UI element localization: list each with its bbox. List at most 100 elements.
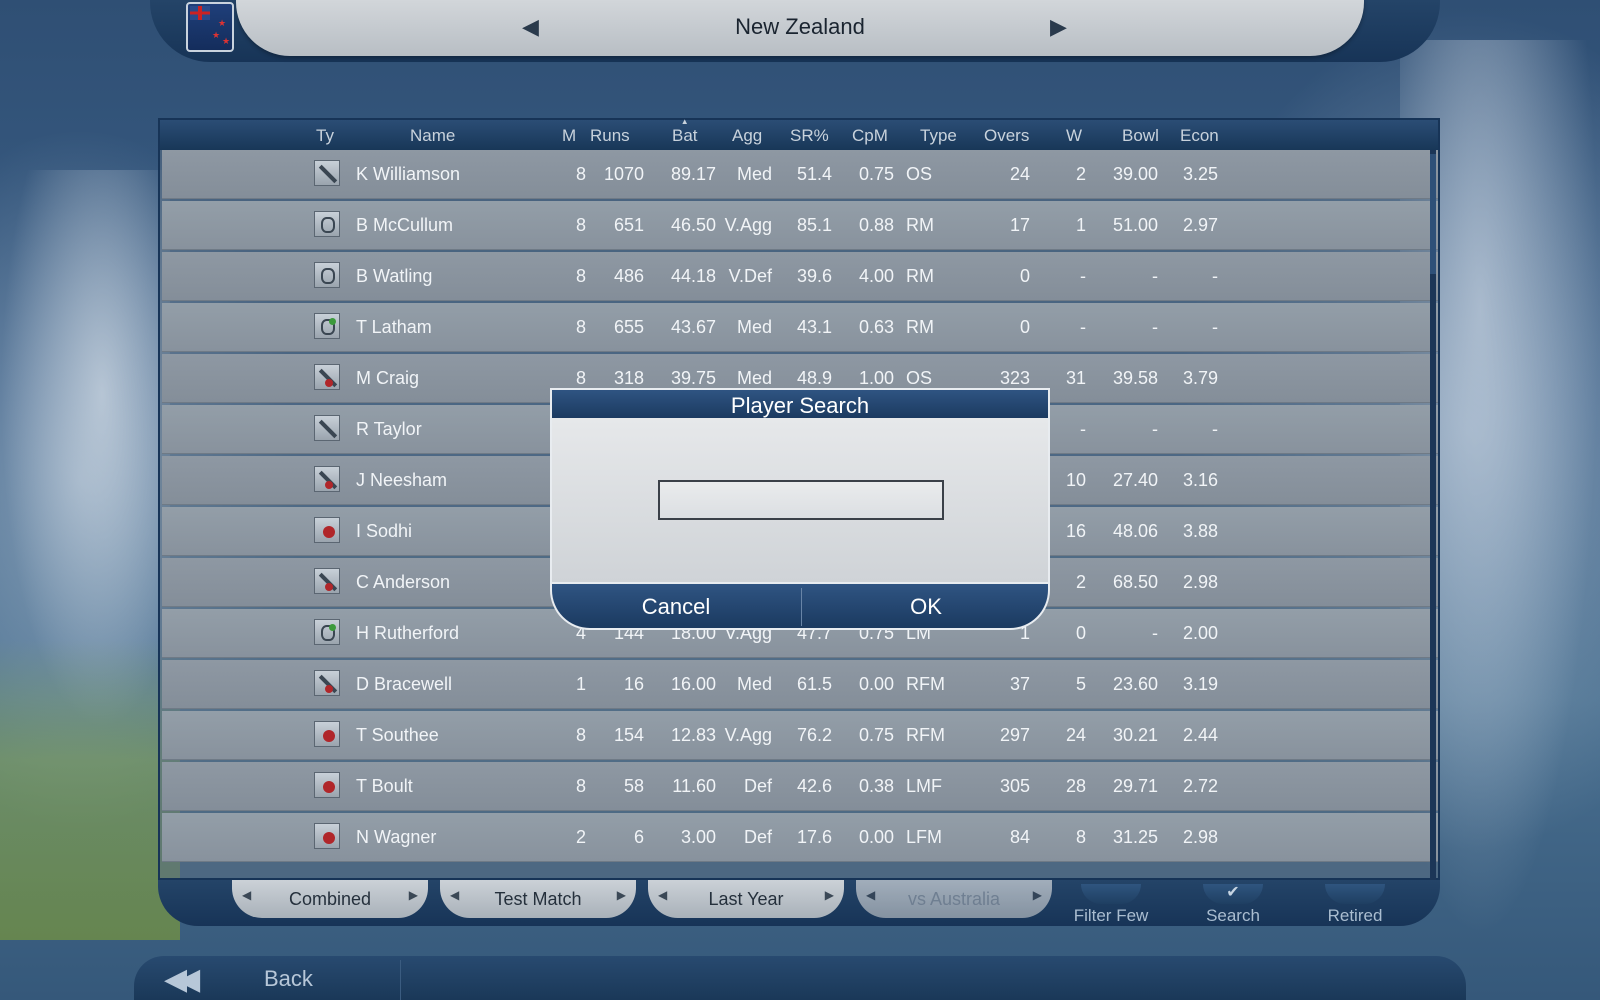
next-country-arrow-icon[interactable]: ▶ [1050, 14, 1067, 40]
cell-econ: 3.88 [1182, 521, 1218, 541]
filter-opponent[interactable]: ◀ vs Australia ▶ [856, 880, 1052, 918]
back-button[interactable]: Back [264, 966, 313, 992]
back-arrow-icon[interactable]: ◀◀ [164, 962, 200, 997]
column-header-econ[interactable]: Econ [1180, 126, 1219, 146]
column-header-ty[interactable]: Ty [316, 126, 334, 146]
column-header-overs[interactable]: Overs [984, 126, 1029, 146]
cell-bowl: - [1152, 317, 1158, 337]
cell-name: D Bracewell [356, 674, 453, 694]
cell-name: T Latham [356, 317, 432, 337]
cell-agg: V.Def [728, 266, 772, 286]
cell-overs: 305 [999, 776, 1030, 796]
cell-overs: 84 [1009, 827, 1030, 847]
cell-m: 8 [575, 725, 586, 745]
filter-match-type[interactable]: ◀ Test Match ▶ [440, 880, 636, 918]
cell-name: M Craig [356, 368, 420, 388]
cell-agg: Med [736, 317, 772, 337]
cell-econ: - [1212, 266, 1218, 286]
cell-cpm: 0.75 [858, 725, 894, 745]
scrollbar-thumb[interactable] [1430, 154, 1436, 274]
footer-divider [400, 960, 401, 1000]
cell-w: 2 [1075, 572, 1086, 592]
cell-agg: V.Agg [724, 215, 772, 235]
cancel-button[interactable]: Cancel [552, 584, 800, 628]
column-header-m[interactable]: M [562, 126, 576, 146]
cell-w: 2 [1075, 164, 1086, 184]
cell-name: T Southee [356, 725, 439, 745]
cell-bat: 16.00 [670, 674, 716, 694]
player-search-input[interactable] [658, 480, 944, 520]
cell-overs: 323 [999, 368, 1030, 388]
cell-runs: 154 [613, 725, 644, 745]
column-header-bat[interactable]: Bat [672, 126, 698, 146]
ok-button[interactable]: OK [802, 584, 1048, 628]
country-name: New Zealand [735, 14, 865, 39]
table-row[interactable]: B Watling 8 486 44.18 V.Def 39.6 4.00 RM 0 - - - [162, 252, 1438, 301]
table-row[interactable]: T Latham 8 655 43.67 Med 43.1 0.63 RM 0 - - - [162, 303, 1438, 352]
cell-runs: 16 [623, 674, 644, 694]
filter-combined[interactable]: ◀ Combined ▶ [232, 880, 428, 918]
filter-period[interactable]: ◀ Last Year ▶ [648, 880, 844, 918]
cell-name: B Watling [356, 266, 433, 286]
cell-cpm: 0.88 [858, 215, 894, 235]
table-row[interactable]: B McCullum 8 651 46.50 V.Agg 85.1 0.88 RM 17 1 51.… [162, 201, 1438, 250]
allrounder-icon [314, 364, 340, 390]
cell-bowl: 51.00 [1112, 215, 1158, 235]
cell-bat: 39.75 [670, 368, 716, 388]
column-header-name[interactable]: Name [410, 126, 455, 146]
cell-m: 1 [575, 674, 586, 694]
allrounder-icon [314, 670, 340, 696]
cell-w: 31 [1065, 368, 1086, 388]
cell-econ: 3.79 [1182, 368, 1218, 388]
cell-type: OS [906, 368, 933, 388]
cell-m: 8 [575, 164, 586, 184]
cell-type: RM [906, 266, 934, 286]
column-header-sr[interactable]: SR% [790, 126, 829, 146]
bowler-icon [314, 772, 340, 798]
cell-bat: 89.17 [670, 164, 716, 184]
column-header-type[interactable]: Type [920, 126, 957, 146]
cell-bowl: 27.40 [1112, 470, 1158, 490]
retired-button[interactable]: Retired [1300, 884, 1410, 926]
keeper-icon [314, 262, 340, 288]
filter-icon [1081, 884, 1141, 904]
cell-name: C Anderson [356, 572, 451, 592]
cell-w: 5 [1075, 674, 1086, 694]
cell-runs: 486 [613, 266, 644, 286]
search-button[interactable]: ✔ Search [1178, 884, 1288, 926]
cell-econ: 3.16 [1182, 470, 1218, 490]
cell-w: 0 [1075, 623, 1086, 643]
table-row[interactable]: T Southee 8 154 12.83 V.Agg 76.2 0.75 RFM 297 24 3… [162, 711, 1438, 760]
column-header-w[interactable]: W [1066, 126, 1082, 146]
cell-runs: 651 [613, 215, 644, 235]
column-header-bowl[interactable]: Bowl [1122, 126, 1159, 146]
cell-type: RFM [906, 674, 945, 694]
cell-w: 24 [1065, 725, 1086, 745]
cell-name: T Boult [356, 776, 413, 796]
batsman-icon [314, 160, 340, 186]
cell-agg: Med [736, 368, 772, 388]
cell-bat: 3.00 [680, 827, 716, 847]
column-header-agg[interactable]: Agg [732, 126, 762, 146]
table-scrollbar[interactable] [1430, 150, 1436, 880]
cell-overs: 297 [999, 725, 1030, 745]
cell-agg: Med [736, 164, 772, 184]
cell-m: 8 [575, 215, 586, 235]
table-row[interactable]: D Bracewell 1 16 16.00 Med 61.5 0.00 RFM 37 5 23.6… [162, 660, 1438, 709]
cell-bat: 46.50 [670, 215, 716, 235]
table-row[interactable]: K Williamson 8 1070 89.17 Med 51.4 0.75 OS 24 2 39… [162, 150, 1438, 199]
column-header-runs[interactable]: Runs [590, 126, 630, 146]
dialog-title: Player Search [550, 388, 1050, 418]
cell-runs: 655 [613, 317, 644, 337]
column-header-cpm[interactable]: CpM [852, 126, 888, 146]
cell-sr: 39.6 [796, 266, 832, 286]
filter-few-button[interactable]: Filter Few [1056, 884, 1166, 926]
cell-overs: 24 [1009, 164, 1030, 184]
cell-type: LFM [906, 827, 942, 847]
batsman-icon [314, 415, 340, 441]
cell-cpm: 0.00 [858, 674, 894, 694]
cell-econ: - [1212, 419, 1218, 439]
table-row[interactable]: N Wagner 2 6 3.00 Def 17.6 0.00 LFM 84 8 31.25 2.98 [162, 813, 1438, 862]
table-row[interactable]: T Boult 8 58 11.60 Def 42.6 0.38 LMF 305 28 29.71 2… [162, 762, 1438, 811]
cell-m: 8 [575, 776, 586, 796]
